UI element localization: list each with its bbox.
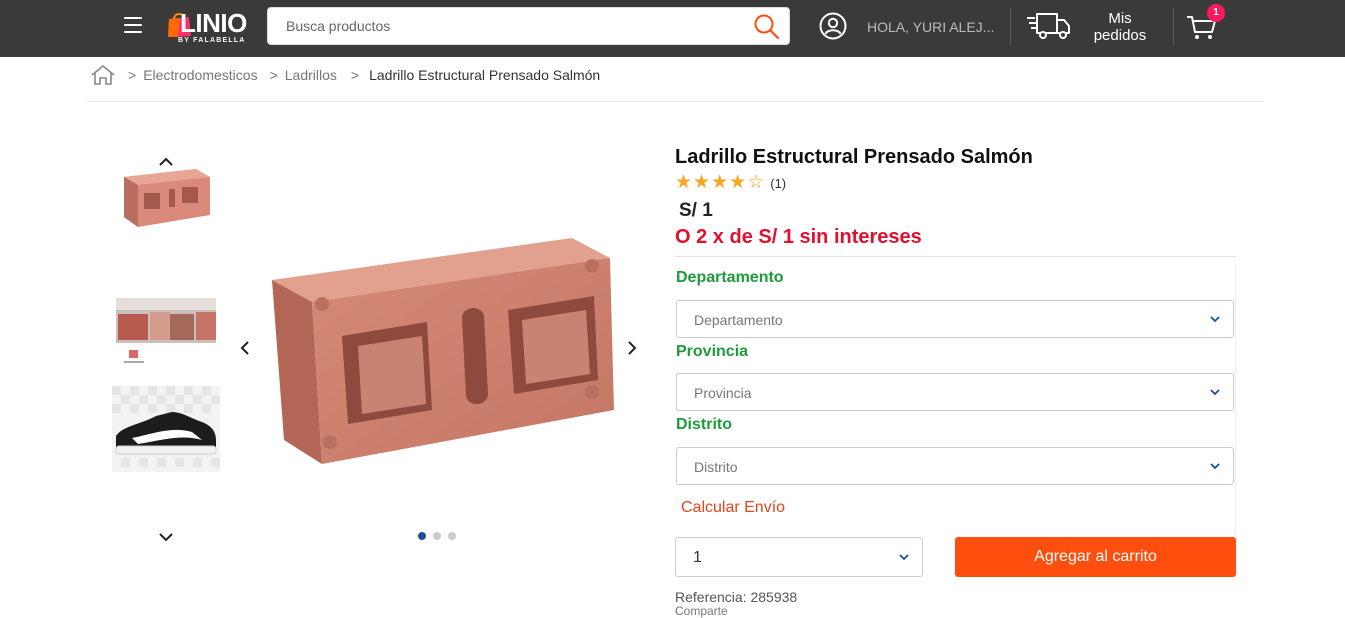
header-divider	[1010, 8, 1011, 46]
breadcrumb-separator: >	[269, 67, 278, 83]
product-price: S/ 1	[679, 200, 713, 221]
calculate-shipping-link[interactable]: Calcular Envío	[681, 499, 785, 517]
search-icon[interactable]	[753, 13, 781, 41]
pagination-dot[interactable]	[433, 532, 441, 540]
thumbnail-sneaker[interactable]	[112, 386, 220, 472]
star-filled-icon: ★	[675, 172, 693, 193]
quantity-value: 1	[693, 549, 702, 566]
pagination-dot[interactable]	[448, 532, 456, 540]
search-input[interactable]	[268, 8, 738, 44]
installment-offer: O 2 x de S/ 1 sin intereses	[675, 226, 922, 248]
add-to-cart-button[interactable]: Agregar al carrito	[955, 537, 1236, 577]
thumbnail-brick[interactable]	[112, 155, 220, 241]
district-select-value: Distrito	[694, 459, 738, 475]
breadcrumb-item-electrodomesticos[interactable]: Electrodomesticos	[143, 67, 257, 83]
star-filled-icon: ★	[711, 172, 729, 193]
header-divider	[1173, 8, 1174, 46]
province-select-value: Provincia	[694, 385, 752, 401]
star-empty-icon: ☆	[747, 172, 765, 193]
cart-count-badge: 1	[1207, 4, 1225, 22]
district-select[interactable]: Distrito	[676, 447, 1234, 485]
quantity-select[interactable]: 1	[675, 537, 923, 577]
home-icon[interactable]	[90, 64, 116, 86]
thumbnail-brick-catalog[interactable]	[112, 290, 220, 376]
chevron-down-icon	[1210, 389, 1220, 396]
chevron-down-icon[interactable]	[157, 531, 175, 543]
star-filled-icon: ★	[729, 172, 747, 193]
previous-image-icon[interactable]	[238, 340, 252, 356]
product-title: Ladrillo Estructural Prensado Salmón	[675, 146, 1033, 168]
product-rating[interactable]: ★ ★ ★ ★ ☆ (1)	[675, 173, 786, 193]
chevron-down-icon	[899, 554, 909, 561]
user-greeting[interactable]: HOLA, YURI ALEJ...	[867, 19, 1002, 35]
logo-text: LINIO	[180, 8, 247, 38]
orders-label-line2: pedidos	[1093, 27, 1147, 44]
top-header: LINIO BY FALABELLA HOLA, YURI ALEJ... Mi…	[0, 0, 1345, 57]
district-label: Distrito	[676, 416, 732, 433]
breadcrumb-current: Ladrillo Estructural Prensado Salmón	[369, 67, 601, 83]
price-divider	[675, 256, 1236, 257]
breadcrumb-separator: >	[350, 67, 360, 83]
province-select[interactable]: Provincia	[676, 373, 1234, 411]
chevron-down-icon	[1210, 316, 1220, 323]
search-box	[267, 7, 790, 45]
orders-label-line1: Mis	[1108, 10, 1132, 27]
menu-icon[interactable]	[124, 17, 142, 33]
breadcrumb-item-ladrillos[interactable]: Ladrillos	[285, 67, 337, 83]
chevron-down-icon	[1210, 463, 1220, 470]
product-reference: Referencia: 285938	[675, 589, 798, 605]
image-pagination	[418, 532, 456, 540]
user-account-icon[interactable]	[819, 12, 847, 40]
breadcrumb-separator: >	[128, 67, 137, 83]
product-main-image	[272, 238, 614, 464]
logo-subtitle: BY FALABELLA	[178, 37, 246, 44]
pagination-dot[interactable]	[418, 532, 426, 540]
star-filled-icon: ★	[693, 172, 711, 193]
department-label: Departamento	[676, 269, 784, 286]
delivery-truck-icon[interactable]	[1027, 12, 1071, 40]
province-label: Provincia	[676, 343, 749, 360]
shipping-calculator: Departamento Departamento Provincia Prov…	[675, 264, 1236, 536]
breadcrumb-divider	[86, 101, 1264, 102]
my-orders-link[interactable]: Mis pedidos	[1088, 10, 1152, 44]
breadcrumb: > Electrodomesticos > Ladrillos > Ladril…	[90, 62, 600, 88]
review-count[interactable]: (1)	[770, 176, 786, 191]
share-label[interactable]: Comparte	[675, 604, 728, 618]
next-image-icon[interactable]	[625, 340, 639, 356]
linio-logo[interactable]: LINIO BY FALABELLA	[166, 6, 261, 46]
department-select-value: Departamento	[694, 312, 783, 328]
department-select[interactable]: Departamento	[676, 300, 1234, 338]
